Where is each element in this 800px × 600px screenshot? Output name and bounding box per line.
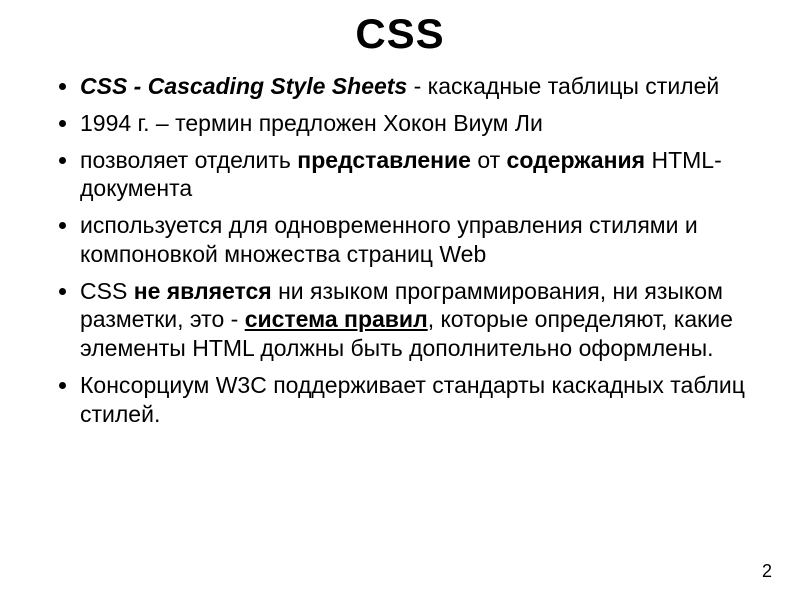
bullet-list: CSS - Cascading Style Sheets - каскадные… bbox=[40, 72, 760, 428]
bullet-text-bold: содержания bbox=[507, 147, 646, 173]
list-item: Консорциум W3C поддерживает стандарты ка… bbox=[80, 371, 760, 429]
bullet-text-bold-underline: система правил bbox=[245, 306, 428, 332]
bullet-text-bold: представление bbox=[297, 147, 471, 173]
list-item: используется для одновременного управлен… bbox=[80, 211, 760, 269]
page-number: 2 bbox=[762, 561, 772, 582]
bullet-text: 1994 г. – термин предложен Хокон Виум Ли bbox=[80, 110, 543, 136]
bullet-text: от bbox=[471, 147, 507, 173]
bullet-text: Консорциум W3C поддерживает стандарты ка… bbox=[80, 372, 745, 427]
list-item: CSS не является ни языком программирован… bbox=[80, 277, 760, 363]
list-item: CSS - Cascading Style Sheets - каскадные… bbox=[80, 72, 760, 101]
slide-title: CSS bbox=[40, 10, 760, 58]
bullet-text: CSS bbox=[80, 278, 134, 304]
slide: CSS CSS - Cascading Style Sheets - каска… bbox=[0, 0, 800, 600]
bullet-text: позволяет отделить bbox=[80, 147, 297, 173]
bullet-text: используется для одновременного управлен… bbox=[80, 212, 698, 267]
bullet-text: - каскадные таблицы стилей bbox=[407, 73, 719, 99]
list-item: 1994 г. – термин предложен Хокон Виум Ли bbox=[80, 109, 760, 138]
bullet-text-bold: не является bbox=[134, 278, 272, 304]
bullet-text-emph: CSS - Cascading Style Sheets bbox=[80, 73, 407, 99]
list-item: позволяет отделить представление от соде… bbox=[80, 146, 760, 204]
